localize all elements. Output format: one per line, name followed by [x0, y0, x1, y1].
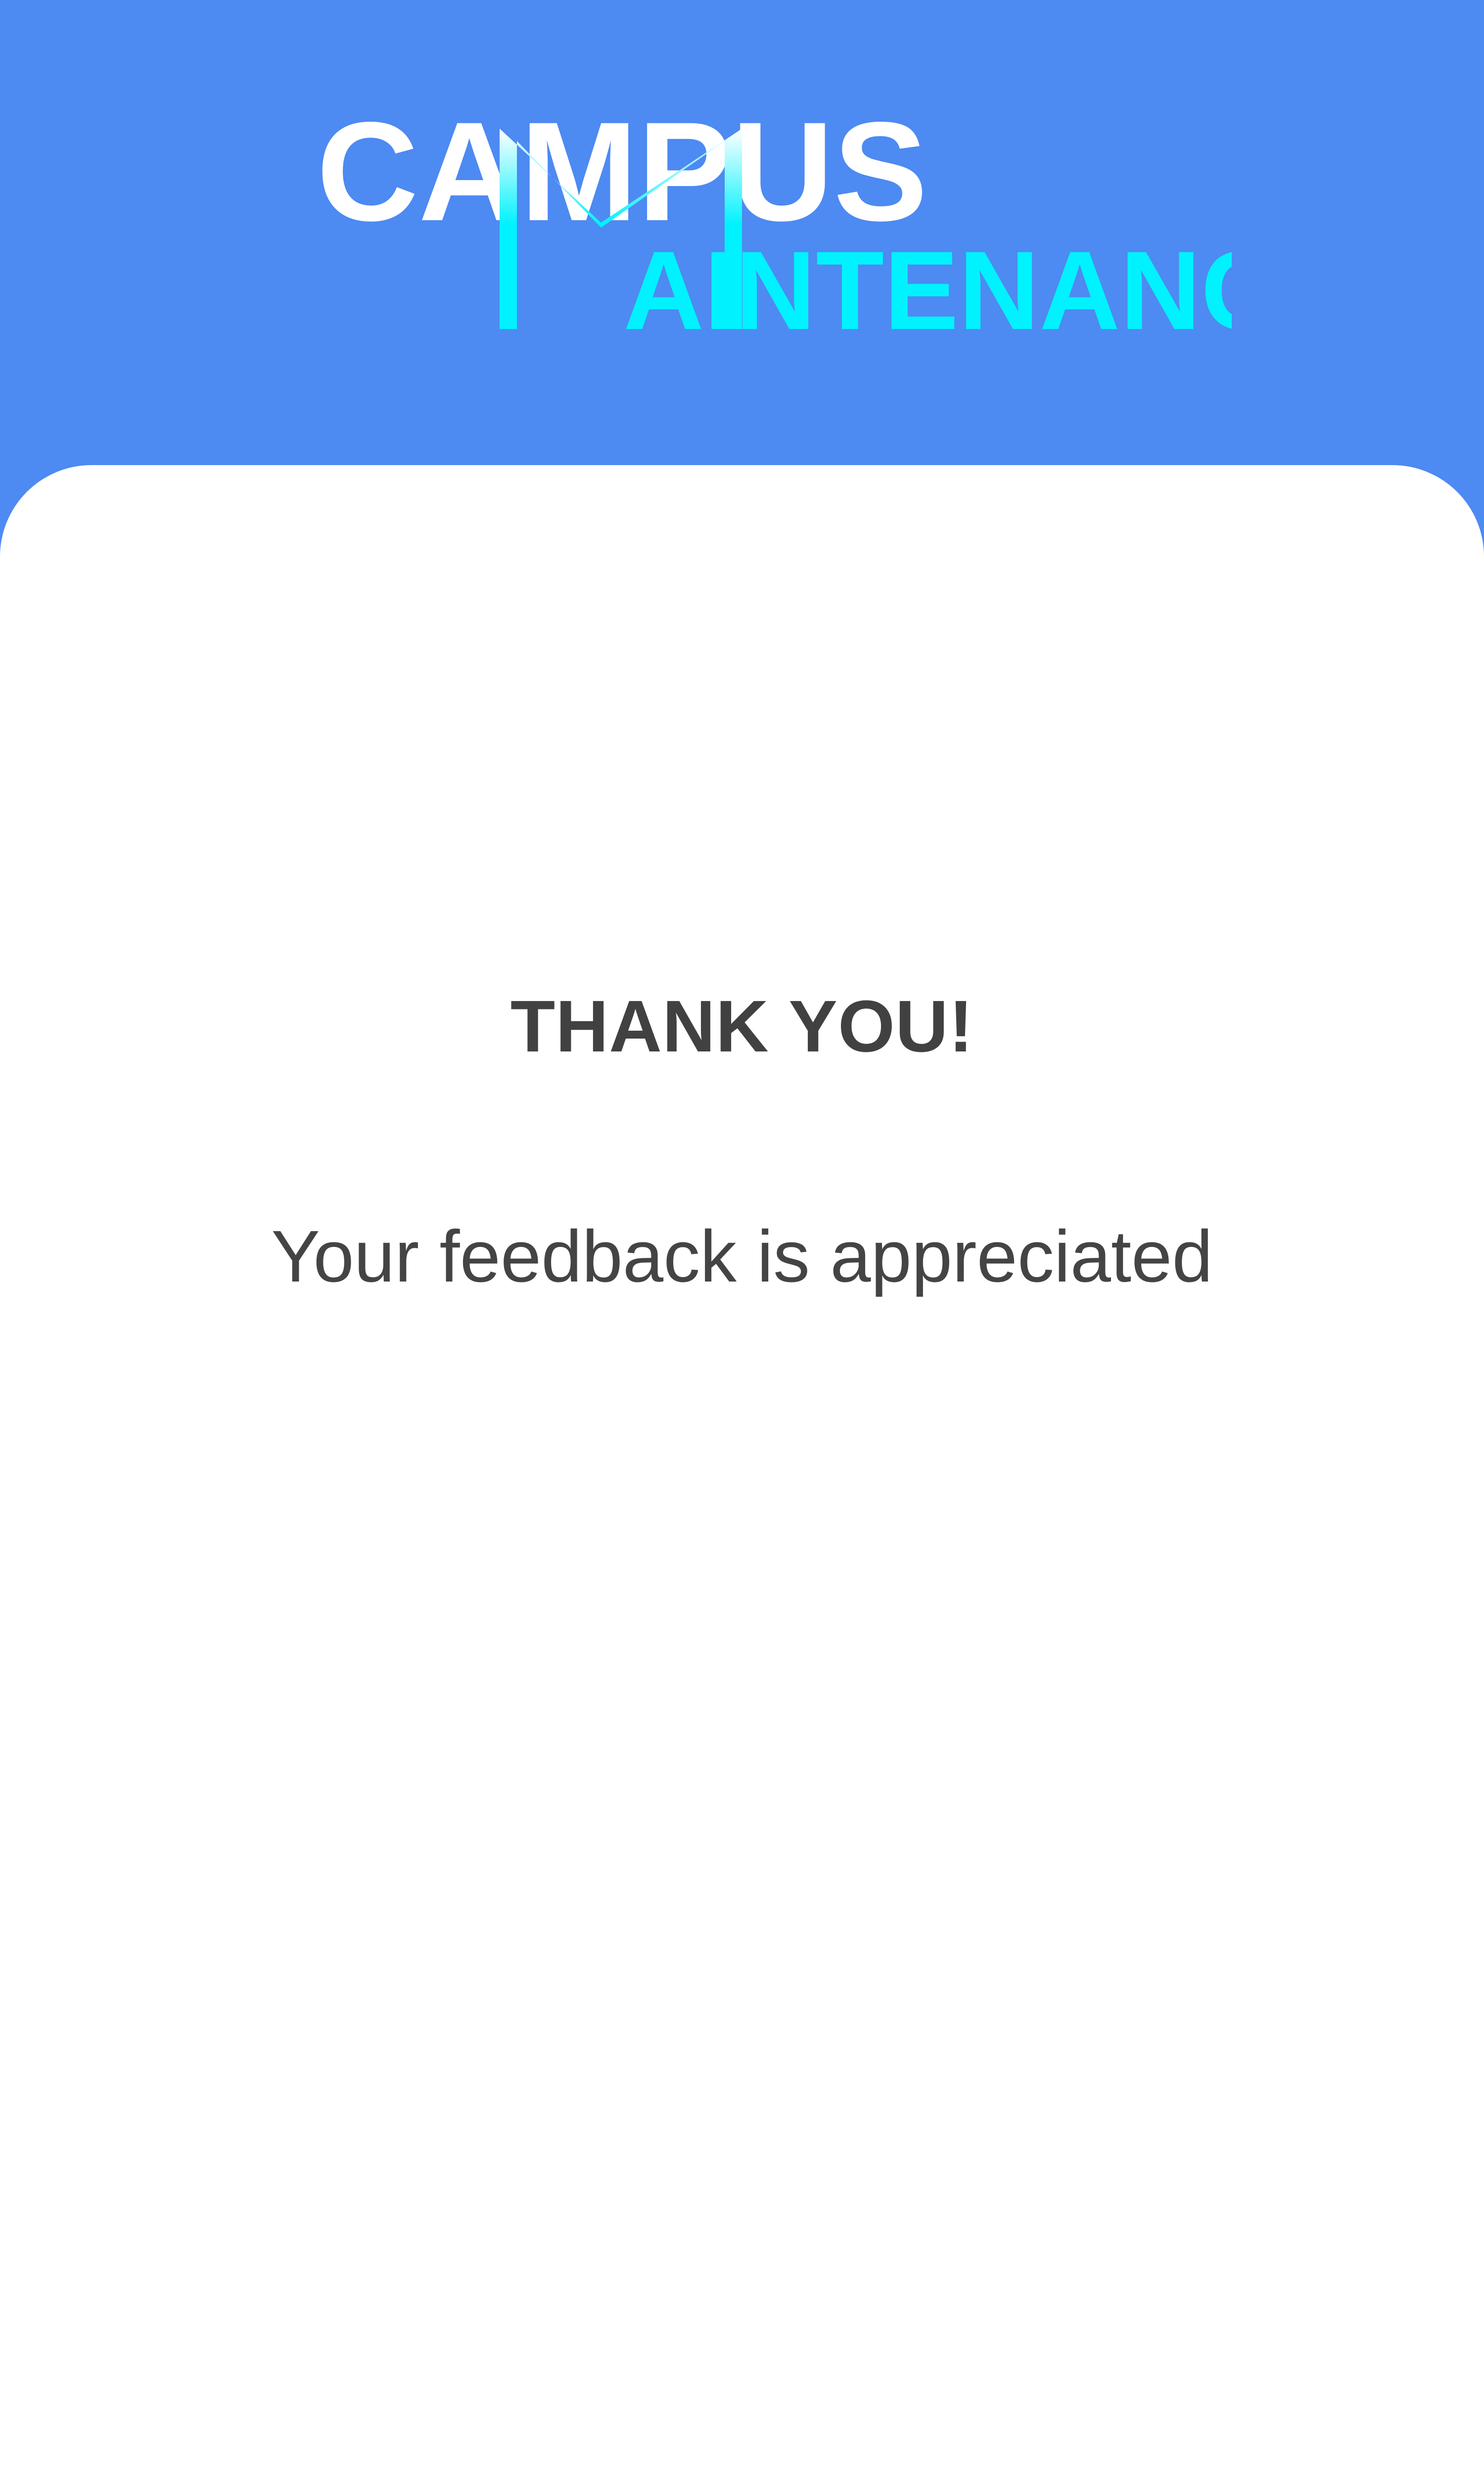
confirmation-card	[0, 465, 1484, 2474]
campus-maintenance-logo: CAMPUS M AINTENANCE	[317, 101, 1232, 349]
logo-maintenance-text: AINTENANCE	[623, 228, 1232, 349]
thank-you-screen: CAMPUS M AINTENANCE THANK YOU! Your feed…	[0, 0, 1484, 2474]
feedback-message: Your feedback is appreciated	[271, 1216, 1213, 1297]
thank-you-title: THANK YOU!	[510, 986, 974, 1067]
app-header: CAMPUS M AINTENANCE	[0, 0, 1484, 468]
